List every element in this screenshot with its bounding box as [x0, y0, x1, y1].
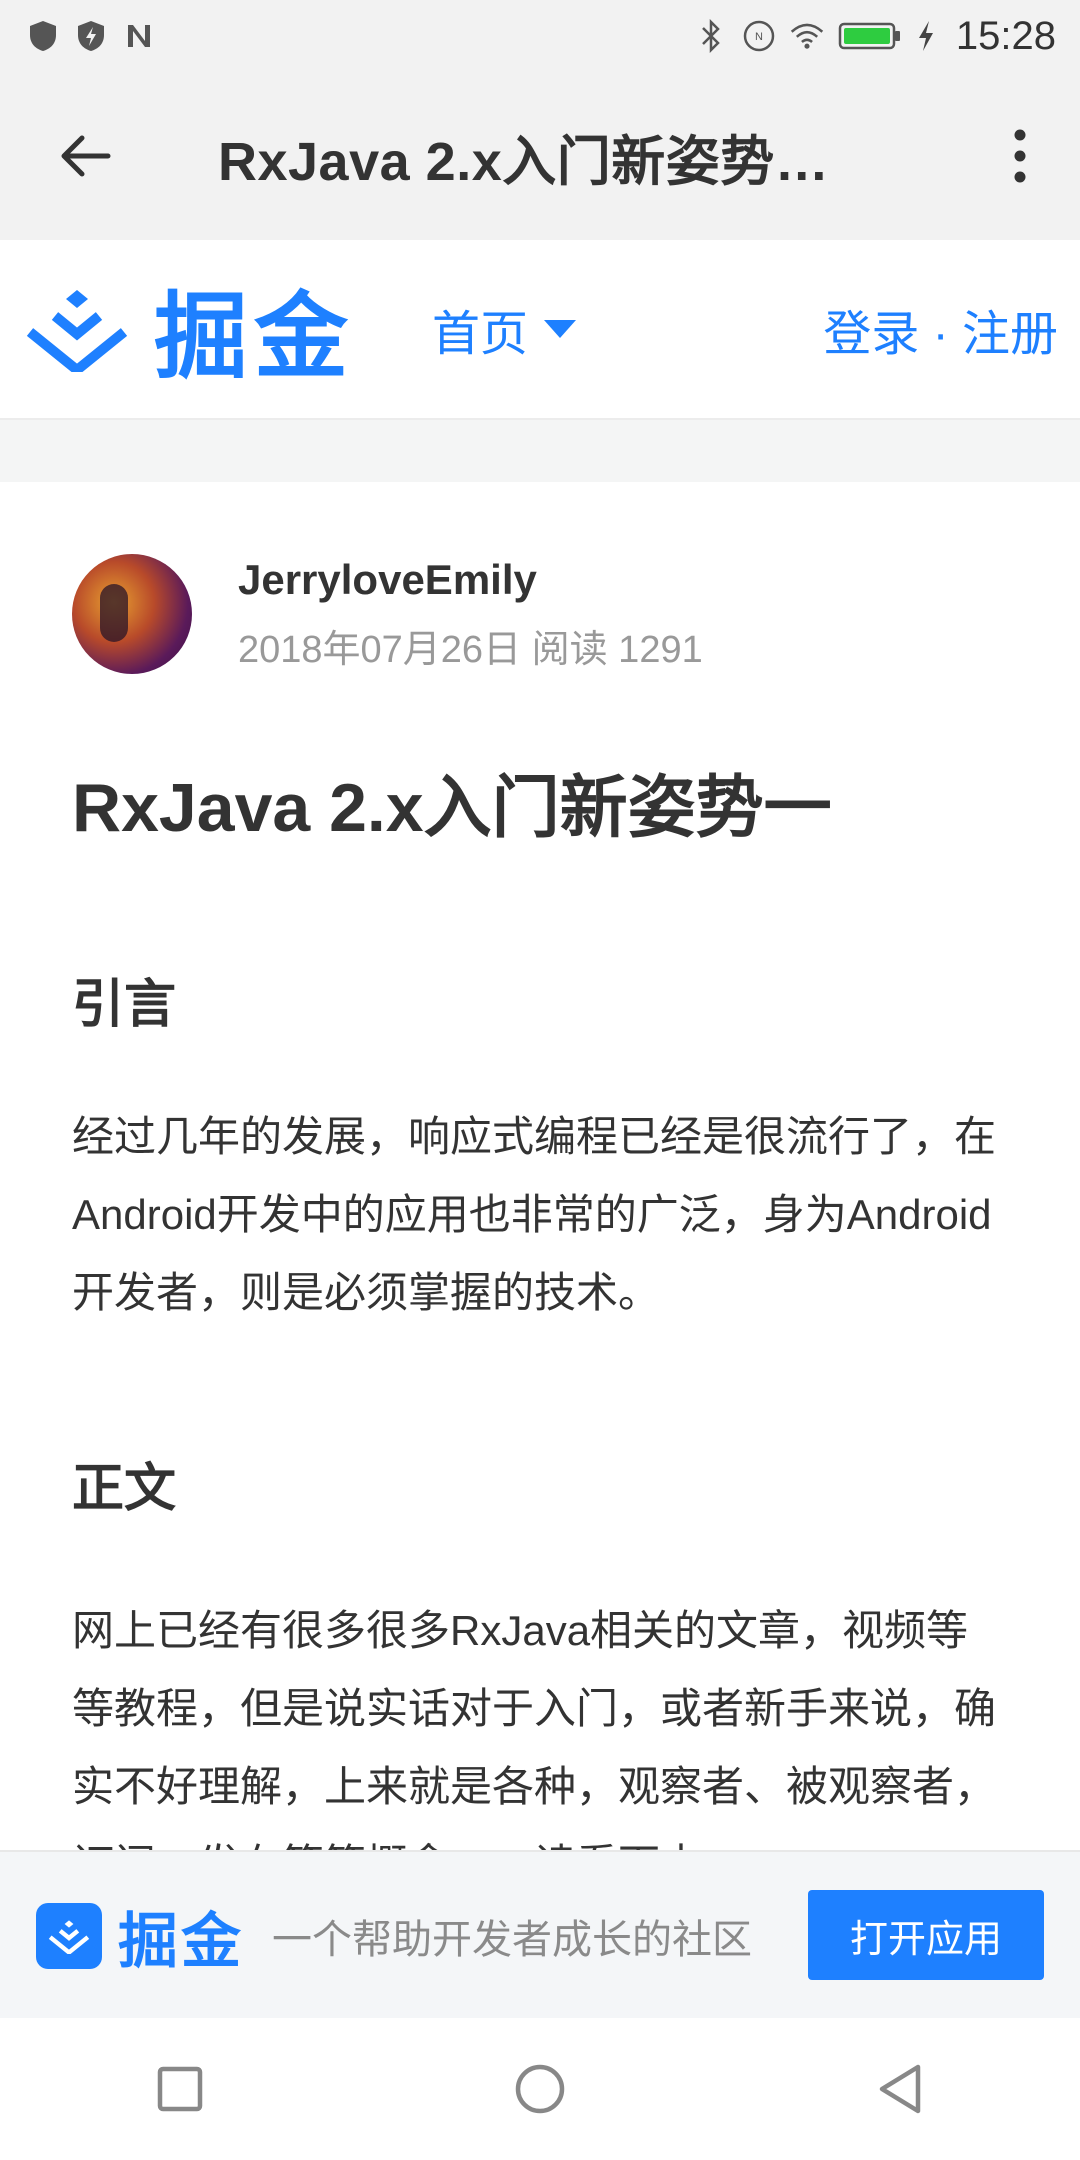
author-name[interactable]: JerryloveEmily: [238, 556, 703, 604]
article-card: JerryloveEmily 2018年07月26日 阅读 1291 RxJav…: [0, 482, 1080, 1852]
app-promo-banner: 掘金 一个帮助开发者成长的社区 打开应用: [0, 1850, 1080, 2020]
status-time: 15:28: [955, 13, 1056, 58]
wifi-icon: [790, 19, 824, 53]
caret-down-icon: [544, 320, 577, 338]
section-text-body: 网上已经有很多很多RxJava相关的文章，视频等等教程，但是说实话对于入门，或者…: [72, 1607, 997, 1852]
banner-logo-text: 掘金: [118, 1907, 244, 1975]
open-app-button[interactable]: 打开应用: [808, 1890, 1044, 1980]
home-icon: [515, 2064, 565, 2114]
section-text-intro: 经过几年的发展，响应式编程已经是很流行了，在Android开发中的应用也非常的广…: [72, 1113, 997, 1316]
more-vert-icon: [1014, 129, 1026, 183]
login-register-link[interactable]: 登录 · 注册: [823, 294, 1058, 364]
back-triangle-icon: [879, 2064, 921, 2114]
bluetooth-icon: [694, 19, 728, 53]
article-meta: 2018年07月26日 阅读 1291: [238, 628, 703, 671]
n-notification-icon: [122, 19, 156, 53]
status-bar: N 15:28: [0, 0, 1080, 72]
article-title: RxJava 2.x入门新姿势一: [72, 770, 832, 846]
author-block: JerryloveEmily 2018年07月26日 阅读 1291: [72, 554, 703, 674]
section-heading-body: 正文: [72, 1460, 177, 1518]
site-header: 掘金 首页 登录 · 注册: [0, 240, 1080, 420]
banner-slogan: 一个帮助开发者成长的社区: [272, 1918, 752, 1962]
juejin-logo-icon: [26, 290, 128, 372]
back-button[interactable]: [34, 106, 134, 206]
nfc-icon: N: [742, 19, 776, 53]
arrow-left-icon: [61, 135, 111, 177]
svg-text:N: N: [755, 31, 763, 43]
logo-text: 掘金: [154, 284, 355, 389]
banner-logo-icon: [36, 1903, 102, 1969]
nav-home-label: 首页: [432, 308, 529, 361]
browser-toolbar: RxJava 2.x入门新姿势…: [0, 72, 1080, 240]
nav-home-dropdown[interactable]: 首页: [432, 294, 577, 364]
page-title: RxJava 2.x入门新姿势…: [218, 131, 830, 192]
home-button[interactable]: [480, 2029, 600, 2149]
shield-icon: [26, 19, 60, 53]
battery-icon: [838, 19, 902, 53]
site-logo[interactable]: 掘金: [22, 261, 354, 397]
recent-apps-button[interactable]: [120, 2029, 240, 2149]
more-options-button[interactable]: [990, 106, 1050, 206]
system-nav-bar: [0, 2018, 1080, 2160]
section-heading-intro: 引言: [72, 976, 177, 1034]
avatar[interactable]: [72, 554, 192, 674]
shield-flash-icon: [74, 19, 108, 53]
charging-icon: [916, 19, 936, 53]
recent-apps-icon: [157, 2066, 203, 2112]
nav-back-button[interactable]: [840, 2029, 960, 2149]
